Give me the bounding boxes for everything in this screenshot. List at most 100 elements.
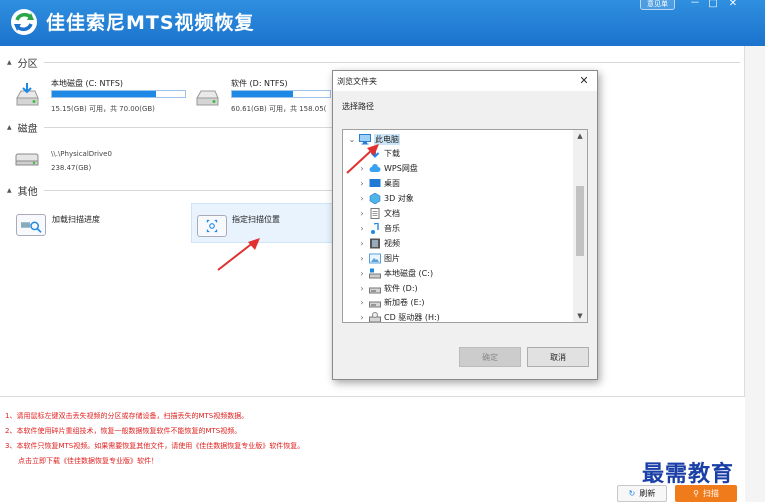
maximize-button[interactable]: □ — [706, 0, 720, 10]
cancel-button[interactable]: 取消 — [527, 347, 589, 367]
feedback-button[interactable]: 意见单 — [640, 0, 675, 10]
dialog-title: 浏览文件夹 — [337, 77, 377, 86]
tree-item[interactable]: › 桌面 — [357, 177, 400, 191]
load-progress-icon — [16, 214, 46, 236]
partition-info: 60.61(GB) 可用，共 158.05( — [231, 105, 327, 113]
windows-drive-icon — [369, 268, 381, 279]
scroll-down-icon[interactable]: ▼ — [573, 310, 587, 322]
tree-scrollbar[interactable]: ▲ ▼ — [573, 130, 587, 322]
chevron-right-icon[interactable]: › — [357, 254, 367, 263]
tree-item-label: 软件 (D:) — [384, 283, 418, 293]
tree-item-label: CD 驱动器 (H:) — [384, 313, 440, 323]
scan-button[interactable]: ⚲ 扫描 — [675, 485, 737, 502]
tree-item-label: 桌面 — [384, 179, 400, 189]
cloud-icon — [369, 163, 381, 174]
scroll-up-icon[interactable]: ▲ — [573, 130, 587, 142]
scroll-thumb[interactable] — [576, 186, 584, 256]
section-disks[interactable]: ▲ 磁盘 — [7, 121, 38, 135]
dialog-prompt: 选择路径 — [342, 102, 374, 111]
section-other[interactable]: ▲ 其他 — [7, 184, 38, 198]
chevron-right-icon[interactable]: › — [357, 298, 367, 307]
tree-item-label: WPS网盘 — [384, 164, 418, 174]
chevron-right-icon[interactable]: › — [357, 284, 367, 293]
title-bar: 佳佳索尼MTS视频恢复 意见单 － □ ✕ — [0, 0, 765, 46]
download-link[interactable]: 点击立即下载《佳佳数据恢复专业版》软件！ — [18, 456, 158, 466]
desktop-icon — [369, 178, 381, 189]
chevron-right-icon[interactable]: › — [357, 269, 367, 278]
dialog-title-bar: 浏览文件夹 ✕ — [333, 71, 597, 91]
tree-item[interactable]: › 软件 (D:) — [357, 281, 418, 295]
tree-item[interactable]: ⌄ 此电脑 — [347, 132, 400, 146]
disk-info: 238.47(GB) — [51, 164, 92, 172]
divider — [44, 127, 334, 128]
app-title: 佳佳索尼MTS视频恢复 — [46, 12, 255, 34]
disk-name: \\.\PhysicalDrive0 — [51, 150, 112, 158]
download-icon — [369, 148, 381, 159]
browse-folder-dialog: 浏览文件夹 ✕ 选择路径 ⌄ 此电脑 下载 › WPS网盘 › 桌面 › 3D 对象 › 文档 › 音乐… — [332, 70, 598, 380]
chevron-right-icon[interactable]: › — [357, 239, 367, 248]
collapse-triangle-icon: ▲ — [7, 123, 12, 131]
divider — [44, 190, 334, 191]
tree-item-label: 视频 — [384, 238, 400, 248]
watermark: 最需教育 — [642, 461, 735, 487]
divider — [44, 62, 740, 63]
tree-item-label: 本地磁盘 (C:) — [384, 268, 434, 278]
load-scan-progress[interactable]: 加载扫描进度 — [10, 203, 180, 243]
tree-item[interactable]: › 文档 — [357, 207, 400, 221]
note-3: 3、本软件只恢复MTS视频。如果需要恢复其他文件，请使用《佳佳数据恢复专业版》软… — [5, 442, 305, 450]
tree-item-label: 图片 — [384, 253, 400, 263]
note-1: 1、请用鼠标左键双击丢失视频的分区或存储设备，扫描丢失的MTS视频数据。 — [5, 412, 249, 420]
document-icon — [369, 208, 381, 219]
app-logo-icon — [11, 9, 37, 35]
hard-drive-icon — [196, 90, 219, 106]
section-partitions[interactable]: ▲ 分区 — [7, 56, 38, 70]
cube-icon — [369, 192, 381, 205]
chevron-down-icon[interactable]: ⌄ — [347, 135, 357, 144]
tree-item[interactable]: › WPS网盘 — [357, 162, 418, 176]
other-item-label: 加载扫描进度 — [52, 215, 100, 224]
video-icon — [369, 238, 381, 249]
search-icon: ⚲ — [693, 489, 699, 498]
tree-item-label: 音乐 — [384, 223, 400, 233]
close-button[interactable]: ✕ — [726, 0, 740, 10]
tree-item-label: 此电脑 — [374, 133, 400, 145]
dialog-close-button[interactable]: ✕ — [577, 74, 591, 88]
tree-item[interactable]: › 3D 对象 — [357, 192, 414, 206]
drive-icon — [369, 297, 381, 308]
partition-usage-fill — [52, 91, 156, 97]
cd-drive-icon — [369, 312, 381, 322]
drive-icon — [369, 283, 381, 294]
tree-item-label: 新加卷 (E:) — [384, 298, 425, 308]
chevron-right-icon[interactable]: › — [357, 224, 367, 233]
tree-item[interactable]: › CD 驱动器 (H:) — [357, 311, 440, 323]
tree-item[interactable]: › 音乐 — [357, 221, 400, 235]
section-label: 磁盘 — [17, 123, 38, 135]
ok-button[interactable]: 确定 — [459, 347, 521, 367]
chevron-right-icon[interactable]: › — [357, 209, 367, 218]
specify-scan-location[interactable]: 指定扫描位置 — [191, 203, 333, 243]
refresh-label: 刷新 — [639, 489, 656, 498]
folder-tree[interactable]: ⌄ 此电脑 下载 › WPS网盘 › 桌面 › 3D 对象 › 文档 › 音乐 › 视频 › 图片 › 本地磁盘 (… — [342, 129, 588, 323]
refresh-button[interactable]: ↻ 刷新 — [617, 485, 667, 502]
picture-icon — [369, 253, 381, 264]
tree-item[interactable]: › 视频 — [357, 236, 400, 250]
chevron-right-icon[interactable]: › — [357, 179, 367, 188]
chevron-right-icon[interactable]: › — [357, 194, 367, 203]
partition-usage-bar — [51, 90, 186, 98]
partition-info: 15.15(GB) 可用，共 70.00(GB) — [51, 105, 155, 113]
refresh-icon: ↻ — [628, 489, 636, 498]
chevron-right-icon[interactable]: › — [357, 313, 367, 322]
window-edge — [745, 46, 765, 502]
partition-usage-fill — [232, 91, 293, 97]
hard-drive-icon — [16, 83, 39, 106]
scan-label: 扫描 — [702, 489, 719, 498]
tree-item[interactable]: 下载 — [357, 147, 400, 161]
partition-name: 软件 (D: NTFS) — [231, 79, 288, 88]
computer-icon — [359, 133, 371, 145]
minimize-button[interactable]: － — [688, 0, 702, 10]
partition-name: 本地磁盘 (C: NTFS) — [51, 79, 124, 88]
tree-item[interactable]: › 本地磁盘 (C:) — [357, 266, 433, 280]
tree-item[interactable]: › 新加卷 (E:) — [357, 296, 425, 310]
tree-item[interactable]: › 图片 — [357, 251, 400, 265]
chevron-right-icon[interactable]: › — [357, 164, 367, 173]
